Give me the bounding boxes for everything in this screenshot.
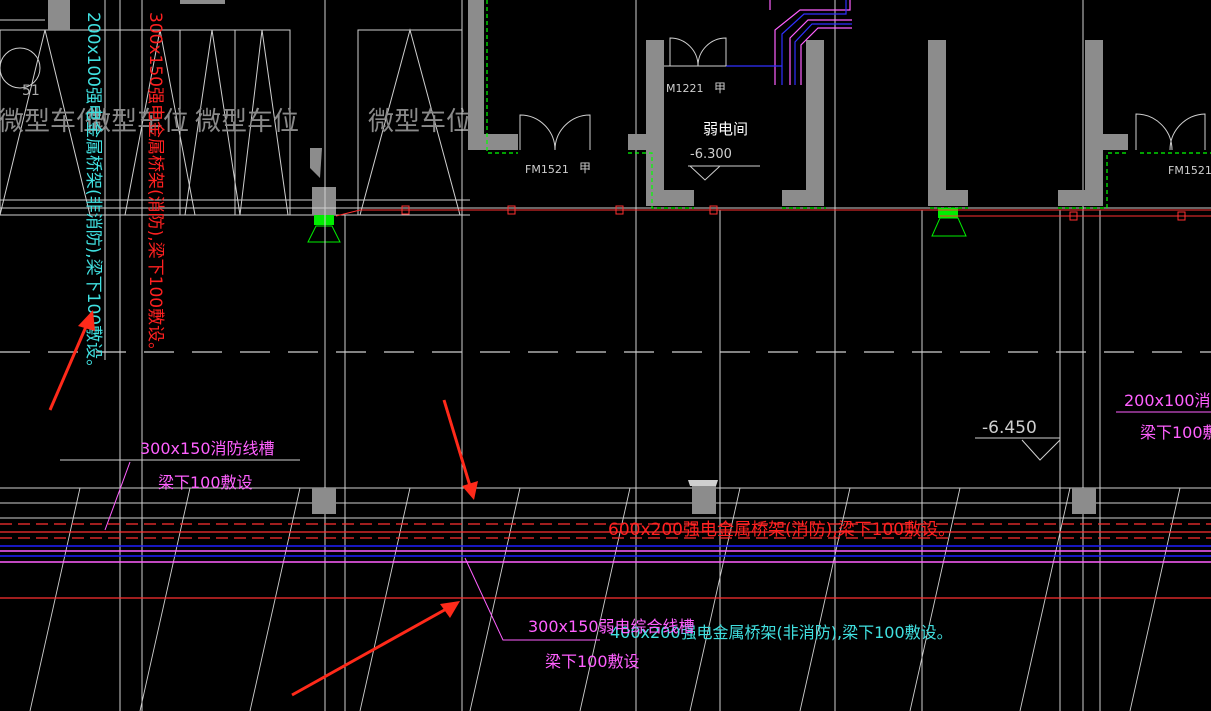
arrow-1 <box>48 321 90 411</box>
annotation-weak-trough-title: 300x150弱电综合线槽 <box>528 617 695 636</box>
door-tag-fm1521-right: FM1521 <box>1168 164 1211 177</box>
parking-label-3: 微型车位 <box>195 107 299 137</box>
door-tag-fm1521-left-class: 甲 <box>579 161 591 175</box>
annotation-fire-trough-title: 300x150消防线槽 <box>140 439 275 458</box>
level-corridor: -6.450 <box>982 418 1037 438</box>
arrow-2-head <box>462 481 478 500</box>
annotation-fire-tray-right-sub: 梁下100敷设 <box>1140 423 1211 442</box>
arrow-2 <box>442 399 472 487</box>
annotation-fire-tray-right-title: 200x100消防线 <box>1124 391 1211 410</box>
annotation-fire-trough-sub: 梁下100敷设 <box>158 473 253 492</box>
annotation-red-tray-horizontal: 600x200强电金属桥架(消防),梁下100敷设。 <box>608 520 955 540</box>
door-tag-m1221: M1221 <box>666 82 704 95</box>
cad-drawing-canvas: 51 微型车位 微型车位 微型车位 微型车位 M1221 甲 弱电间 -6.30… <box>0 0 1211 711</box>
parking-zone-number: 51 <box>22 83 40 99</box>
room-name-weak-electric: 弱电间 <box>703 120 748 138</box>
door-tag-fm1521-left: FM1521 <box>525 163 569 176</box>
door-tag-m1221-class: 甲 <box>714 81 726 95</box>
annotation-vertical-red: 300x150强电金属桥架(消防),梁下100敷设。 <box>145 12 165 359</box>
room-level: -6.300 <box>690 147 732 162</box>
column-with-fixture-left <box>307 148 341 243</box>
parking-label-4: 微型车位 <box>368 107 472 137</box>
arrow-3 <box>291 606 449 697</box>
column-with-fixture-right <box>931 208 967 237</box>
annotation-weak-trough-sub: 梁下100敷设 <box>545 652 640 671</box>
